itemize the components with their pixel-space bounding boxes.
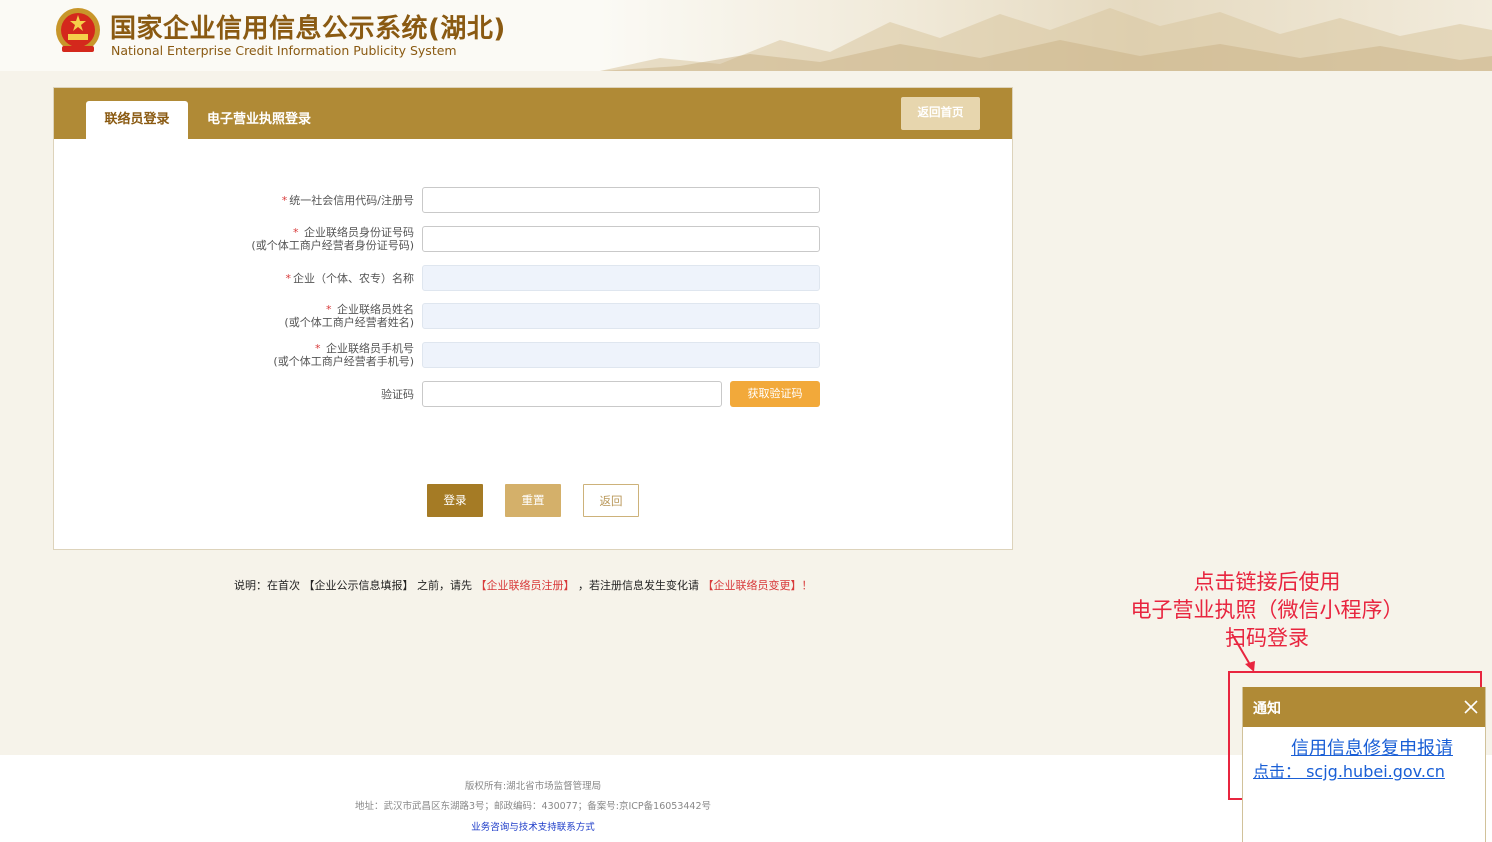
- annotation-arrow-icon: [1231, 633, 1255, 672]
- footer-copyright: 版权所有:湖北省市场监督管理局: [464, 781, 602, 792]
- field-label: * 统一社会信用代码/注册号: [281, 194, 414, 207]
- required-star: *: [281, 194, 288, 207]
- contact-register-link[interactable]: 【企业联络员注册】: [476, 579, 575, 592]
- captcha-input[interactable]: [422, 381, 722, 407]
- credit-repair-link[interactable]: 信用信息修复申报请: [1291, 734, 1453, 760]
- login-panel: 联络员登录 电子营业执照登录 返回首页 * 统一社会信用代码/注册号 * 企业联络…: [53, 87, 1013, 550]
- required-star: *: [315, 342, 321, 355]
- notice-title: 通知: [1253, 701, 1281, 717]
- get-captcha-button[interactable]: 获取验证码: [730, 381, 820, 407]
- field-label: * 企业联络员手机号 (或个体工商户经营者手机号): [273, 342, 414, 368]
- required-star: *: [285, 272, 292, 285]
- notice-popup: 通知 信用信息修复申报请 点击： scjg.hubei.gov.cn: [1242, 687, 1486, 842]
- field-label: * 企业（个体、农专）名称: [285, 272, 415, 285]
- footer-support-link[interactable]: 业务咨询与技术支持联系方式: [0, 819, 1066, 833]
- footer-address: 地址：武汉市武昌区东湖路3号；邮政编码：430077；备案号:京ICP备1605…: [354, 801, 712, 812]
- back-button[interactable]: 返回: [583, 484, 639, 517]
- contact-name-input[interactable]: [422, 303, 820, 329]
- close-icon[interactable]: [1463, 699, 1479, 715]
- credit-code-input[interactable]: [422, 187, 820, 213]
- national-emblem-icon: [54, 6, 102, 56]
- site-subtitle: National Enterprise Credit Information P…: [111, 43, 457, 58]
- contact-change-link[interactable]: 【企业联络员变更】！: [703, 579, 813, 592]
- contact-id-input[interactable]: [422, 226, 820, 252]
- company-name-input[interactable]: [422, 265, 820, 291]
- captcha-label: 验证码: [381, 388, 414, 401]
- field-label: * 企业联络员身份证号码 (或个体工商户经营者身份证号码): [251, 226, 414, 252]
- panel-tab-bar: 联络员登录 电子营业执照登录 返回首页: [54, 88, 1012, 139]
- field-label: * 企业联络员姓名 (或个体工商户经营者姓名): [284, 303, 414, 329]
- tab-e-license-login[interactable]: 电子营业执照登录: [199, 101, 319, 139]
- required-star: *: [293, 226, 299, 239]
- tab-contact-login[interactable]: 联络员登录: [86, 101, 188, 139]
- instruction-note: 说明：在首次 【企业公示信息填报】 之前，请先 【企业联络员注册】 ，若注册信息…: [234, 579, 813, 592]
- required-star: *: [326, 303, 332, 316]
- scjg-site-link[interactable]: 点击： scjg.hubei.gov.cn: [1253, 758, 1445, 782]
- site-title: 国家企业信用信息公示系统(湖北): [110, 14, 506, 44]
- return-home-button[interactable]: 返回首页: [901, 97, 980, 130]
- login-button[interactable]: 登录: [427, 484, 483, 517]
- site-header: 国家企业信用信息公示系统(湖北) National Enterprise Cre…: [0, 0, 1492, 71]
- reset-button[interactable]: 重置: [505, 484, 561, 517]
- contact-phone-input[interactable]: [422, 342, 820, 368]
- header-landscape-art: [600, 0, 1492, 71]
- notice-header: 通知: [1243, 687, 1485, 727]
